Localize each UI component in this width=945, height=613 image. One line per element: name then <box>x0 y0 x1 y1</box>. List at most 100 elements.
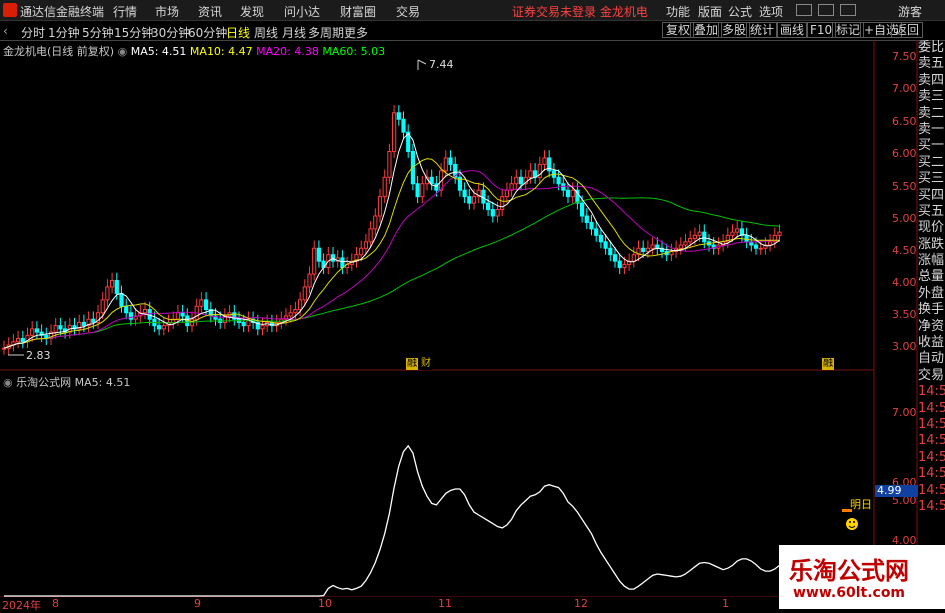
right-panel-label: 14:56 <box>918 384 945 400</box>
candle-body <box>490 209 495 217</box>
candle-body <box>758 247 763 250</box>
candle-body <box>645 247 650 252</box>
right-panel-label: 换手 <box>918 302 945 318</box>
candle-body <box>124 305 129 314</box>
candle-body <box>617 260 622 269</box>
right-panel-label: 卖一 <box>918 121 945 137</box>
candle-body <box>340 257 345 269</box>
right-panel-label: 卖二 <box>918 105 945 121</box>
candle-body <box>612 254 618 262</box>
candle-body <box>744 234 749 243</box>
right-panel-label: 涨幅 <box>918 253 945 269</box>
candle-body <box>241 321 246 327</box>
right-panel-label: 买三 <box>918 171 945 187</box>
right-panel-label: 14:56 <box>918 498 945 514</box>
chart-canvas: 7.44 2.83 明日 <box>0 40 918 609</box>
tomorrow-bar <box>842 509 852 512</box>
right-panel-label: 自动 <box>918 351 945 367</box>
candle-body <box>105 286 110 301</box>
high-pointer <box>417 59 427 65</box>
candle-body <box>20 338 25 343</box>
x-label-9: 9 <box>194 597 201 610</box>
ma20-line <box>3 170 780 349</box>
candle-body <box>641 247 646 252</box>
candle-body <box>697 231 702 236</box>
candle-body <box>302 286 307 301</box>
candle-body <box>692 234 697 240</box>
ma60-line <box>3 197 780 349</box>
candle-body <box>387 151 392 178</box>
candle-body <box>631 254 636 262</box>
candle-body <box>504 189 509 198</box>
candle-body <box>368 228 373 243</box>
sub-title: 乐淘公式网 <box>16 376 72 389</box>
candle-body <box>100 299 105 314</box>
right-panel-label: 外盘 <box>918 285 945 301</box>
right-panel-label: 14:56 <box>918 482 945 498</box>
right-quote-panel: 委比 卖五 卖四 卖三 卖二 卖一 买一 买二 买三 买四 买五 现价 涨跌 涨幅 总量 外盘 换手 净资 收益 自动… <box>918 40 945 609</box>
sub-legend-toggle-icon[interactable]: ◉ <box>3 376 13 389</box>
x-label-11: 11 <box>438 597 452 610</box>
right-panel-label: 委比 <box>918 40 945 55</box>
candle-body <box>157 325 162 330</box>
candle-body <box>622 263 627 269</box>
candle-body <box>608 247 613 256</box>
candle-body <box>30 328 35 336</box>
margin-marker-2[interactable]: 融 <box>822 358 834 370</box>
x-label-2024: 2024年 <box>2 599 41 612</box>
candle-body <box>495 209 500 217</box>
candle-body <box>702 231 707 243</box>
candle-body <box>556 176 561 185</box>
right-panel-label: 买二 <box>918 154 945 170</box>
candle-body <box>81 321 87 327</box>
candle-body <box>204 299 209 311</box>
candle-body <box>288 312 293 317</box>
candle-body <box>688 238 693 243</box>
candle-body <box>58 325 63 330</box>
candle-body <box>448 157 453 165</box>
candle-body <box>678 244 683 249</box>
candle-body <box>53 325 58 333</box>
y-tick-600: 6.00 <box>892 147 917 160</box>
candle-body <box>142 309 148 314</box>
y-tick-500: 5.00 <box>892 212 917 225</box>
candle-body <box>128 312 134 320</box>
candle-body <box>401 118 406 133</box>
candle-body <box>735 228 740 233</box>
y-tick-650: 6.50 <box>892 115 917 128</box>
candle-body <box>768 241 773 246</box>
right-panel-label: 买四 <box>918 187 945 203</box>
candle-body <box>363 241 368 249</box>
candle-body <box>420 183 425 198</box>
candle-body <box>293 309 298 314</box>
right-panel-label: 卖三 <box>918 89 945 105</box>
candle-body <box>330 254 336 262</box>
right-panel-label: 卖五 <box>918 56 945 72</box>
candle-body <box>175 312 181 320</box>
candle-body <box>589 221 594 230</box>
candle-body <box>199 299 204 307</box>
right-panel-label: 14:56 <box>918 433 945 449</box>
candle-body <box>467 196 472 204</box>
candle-body <box>180 312 185 317</box>
sub-indicator-line <box>4 444 780 597</box>
candle-body <box>500 196 505 211</box>
candle-body <box>683 241 688 246</box>
candle-body <box>161 325 166 330</box>
sub-y-tick-700: 7.00 <box>892 406 917 419</box>
candle-body <box>561 183 566 191</box>
finance-marker[interactable]: 财 <box>420 358 432 370</box>
right-panel-label: 净资 <box>918 318 945 334</box>
y-tick-300: 3.00 <box>892 340 917 353</box>
candle-body <box>570 189 575 198</box>
margin-marker[interactable]: 融 <box>406 358 418 370</box>
candle-body <box>753 244 759 249</box>
candle-body <box>594 228 599 236</box>
candle-body <box>34 328 39 333</box>
right-panel-label: 涨跌 <box>918 236 945 252</box>
candle-body <box>518 176 524 185</box>
candle-body <box>528 170 533 178</box>
candle-body <box>91 318 96 323</box>
candle-body <box>307 273 312 288</box>
tomorrow-label: 明日 <box>850 498 872 511</box>
